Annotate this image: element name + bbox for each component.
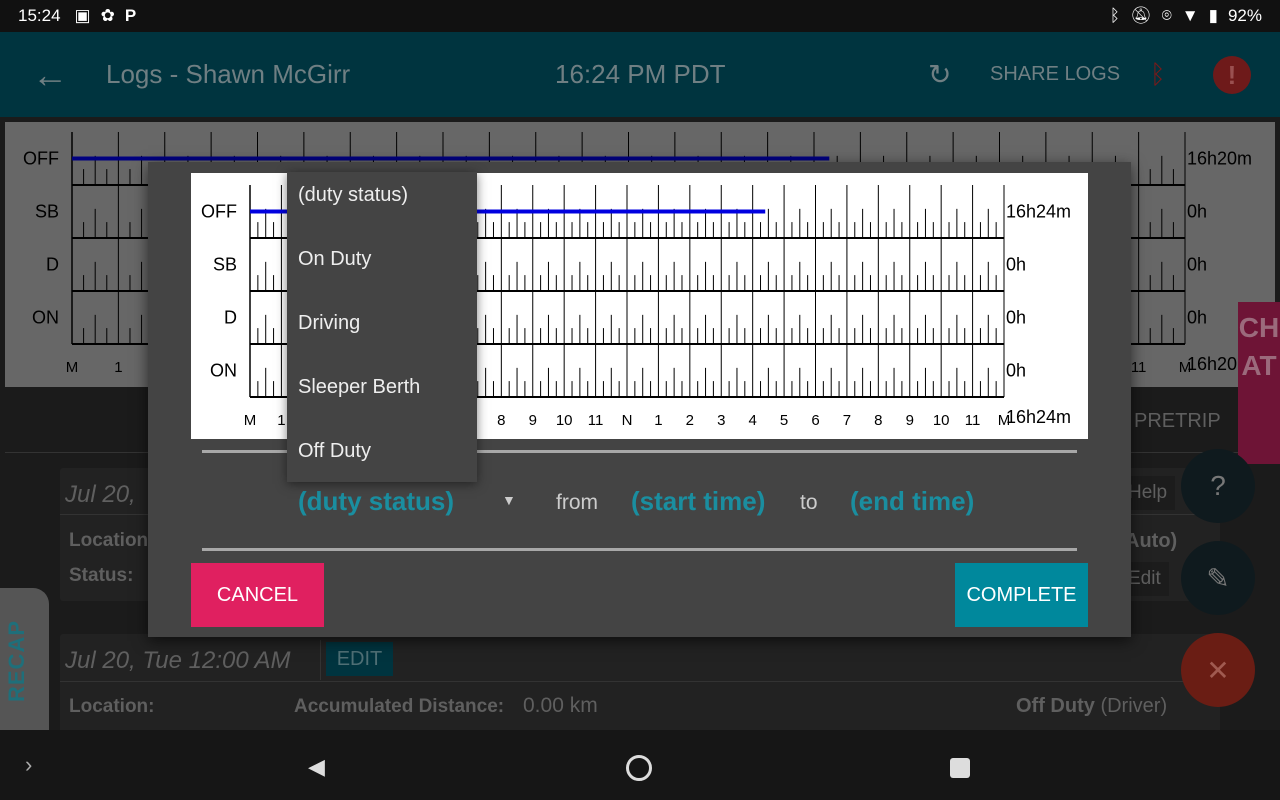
row-total: 0h [1006,308,1026,328]
expand-icon[interactable]: › [25,752,32,778]
dropdown-option-driving[interactable]: Driving [287,300,477,364]
bell-off-icon: 🔕︎ [1129,6,1152,25]
current-time: 16:24 PM PDT [555,59,726,89]
recents-icon[interactable] [950,758,970,778]
hour-label: 5 [780,412,788,429]
battery-icon: ▮ [1208,6,1218,25]
to-label: to [800,491,818,514]
complete-button[interactable]: COMPLETE [955,563,1088,627]
location-label: Location: [69,696,155,717]
dropdown-arrow-icon: ▼ [502,492,516,508]
hour-label: 7 [843,412,851,429]
edit-fab[interactable]: ✎ [1181,541,1255,615]
help-fab[interactable]: ? [1181,449,1255,523]
alert-icon[interactable]: ! [1213,55,1251,94]
row-total: 0h [1187,255,1207,275]
hour-label: 10 [556,412,573,429]
bluetooth-status-icon[interactable]: ᛒ [1150,59,1166,90]
hour-label: 10 [933,412,950,429]
hour-label: M [244,412,257,429]
row-total: 0h [1187,202,1207,222]
hour-label: 1 [654,412,662,429]
row-total: 0h [1006,255,1026,275]
hour-label: 3 [717,412,725,429]
app-bar: ← Logs - Shawn McGirr 16:24 PM PDT ↻ SHA… [0,32,1280,117]
hour-label: 11 [588,412,604,429]
gear-icon: ✿ [100,6,115,25]
row-label: ON [32,308,59,328]
hour-label: M [66,359,79,376]
status-label: Status: [69,565,134,586]
grand-total: 16h20 [1187,354,1237,374]
home-icon[interactable] [626,755,652,781]
hour-label: 1 [277,412,285,429]
dropdown-option-on-duty[interactable]: On Duty [287,236,477,300]
chat-tab[interactable]: CHAT [1238,302,1280,464]
distance-value: 0.00 km [523,694,598,717]
start-time-field[interactable]: (start time) [631,486,765,517]
hour-label: 4 [748,412,756,429]
grand-total: 16h24m [1006,407,1071,427]
navigation-bar: › ◀ [0,730,1280,800]
row-label: SB [213,255,237,275]
row-total: 0h [1187,308,1207,328]
image-icon: ▣ [74,6,91,25]
share-logs-button[interactable]: SHARE LOGS [990,63,1120,86]
dropdown-option-off-duty[interactable]: Off Duty [287,428,477,492]
row-total: 16h24m [1006,202,1071,222]
row-total: 0h [1006,361,1026,381]
recap-tab[interactable]: RECAP [0,588,49,733]
hour-label: N [622,412,633,429]
hour-label: 8 [497,412,505,429]
row-label: D [46,255,59,275]
status-bar: 15:24 ▣ ✿ P ᛒ 🔕︎ ⌾ ▼ ▮ 92% [0,0,1280,32]
hour-label: 2 [686,412,694,429]
back-arrow-icon[interactable]: ← [32,54,82,96]
cancel-button[interactable]: CANCEL [191,563,324,627]
dropdown-option[interactable]: (duty status) [287,172,477,236]
auto-label: Auto) [1125,530,1178,552]
distance-label: Accumulated Distance: [294,696,505,717]
refresh-icon[interactable]: ↻ [928,58,951,91]
row-label: OFF [201,202,237,222]
page-title: Logs - Shawn McGirr [106,59,351,89]
card-date: Jul 20, Tue 12:00 AM [65,647,291,674]
parking-icon: P [124,6,137,25]
row-label: D [224,308,237,328]
from-label: from [556,491,598,514]
back-icon[interactable]: ◀ [308,754,325,780]
status-time: 15:24 [18,6,61,25]
bluetooth-icon: ᛒ [1109,6,1120,25]
hour-label: 9 [529,412,537,429]
wifi-icon: ▼ [1181,6,1199,25]
row-label: OFF [23,149,59,169]
close-fab[interactable]: ✕ [1181,633,1255,707]
log-card: Jul 20, Tue 12:00 AM EDIT Location: Accu… [60,634,1220,734]
hour-label: 6 [811,412,819,429]
divider [202,548,1077,551]
pretrip-button[interactable]: PRETRIP [1134,410,1221,433]
row-label: ON [210,361,237,381]
location-icon: ⌾ [1161,6,1172,25]
hour-label: 11 [965,412,981,429]
hour-label: 8 [874,412,882,429]
row-total: 16h20m [1187,149,1252,169]
hour-label: 11 [1131,359,1147,376]
duty-status-dropdown: (duty status) On Duty Driving Sleeper Be… [287,172,477,482]
dropdown-option-sleeper-berth[interactable]: Sleeper Berth [287,364,477,428]
row-label: SB [35,202,59,222]
hour-label: 1 [114,359,122,376]
edit-button[interactable]: EDIT [326,642,393,676]
end-time-field[interactable]: (end time) [850,486,974,517]
hour-label: 9 [906,412,914,429]
location-label: Location [69,530,149,551]
battery-level: 92% [1227,6,1262,25]
card-date: Jul 20, [65,481,136,508]
duty-status-value: Off Duty (Driver) [1016,695,1168,717]
